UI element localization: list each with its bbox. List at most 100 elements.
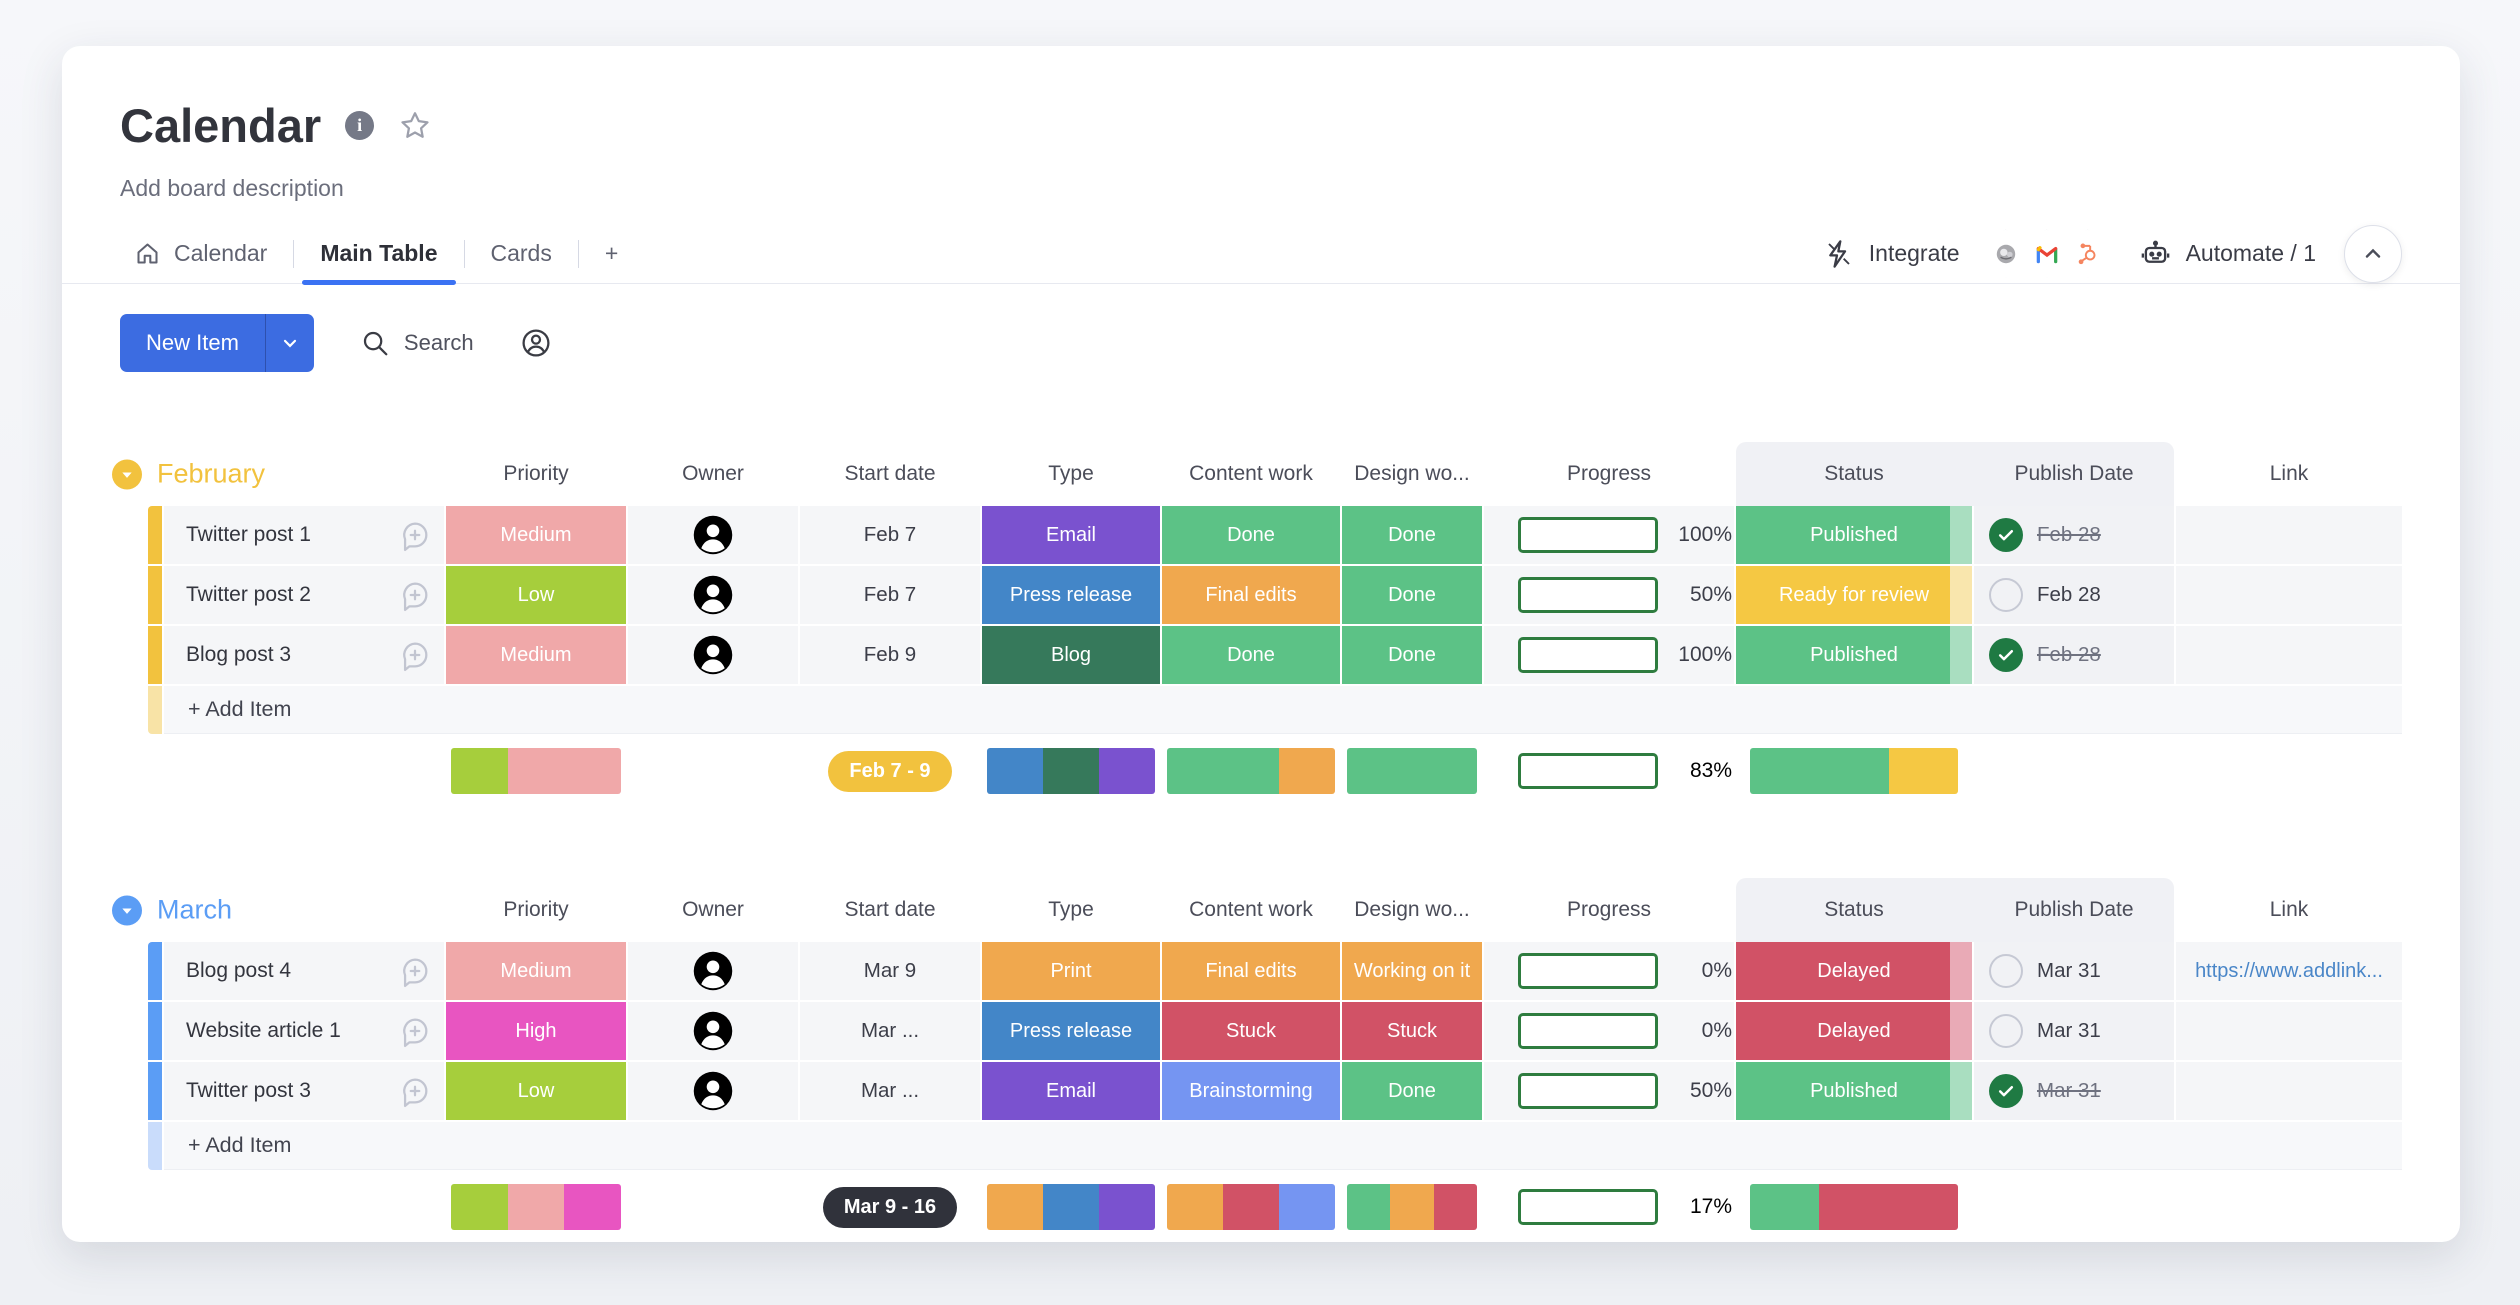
type-cell[interactable]: Print [982, 942, 1160, 1000]
status-cell[interactable]: Ready for review [1736, 566, 1972, 624]
column-header-start-date[interactable]: Start date [800, 898, 980, 922]
column-header-link[interactable]: Link [2176, 462, 2402, 486]
item-name-cell[interactable]: Website article 1 [164, 1002, 444, 1060]
item-name-cell[interactable]: Blog post 4 [164, 942, 444, 1000]
link-cell[interactable] [2176, 566, 2402, 624]
publish-date-cell[interactable]: Feb 28 [1974, 626, 2174, 684]
link-cell[interactable]: https://www.addlink... [2176, 942, 2402, 1000]
content-work-cell[interactable]: Final edits [1162, 942, 1340, 1000]
link-cell[interactable] [2176, 626, 2402, 684]
publish-date-cell[interactable]: Feb 28 [1974, 566, 2174, 624]
item-name-cell[interactable]: Twitter post 3 [164, 1062, 444, 1120]
owner-cell[interactable] [628, 626, 798, 684]
status-cell[interactable]: Published [1736, 1062, 1972, 1120]
priority-cell[interactable]: High [446, 1002, 626, 1060]
new-item-dropdown[interactable] [266, 314, 314, 372]
add-item-button[interactable]: + Add Item [164, 686, 2402, 734]
column-header-content-work[interactable]: Content work [1162, 462, 1340, 486]
gmail-badge-icon[interactable] [2025, 229, 2068, 278]
chevron-down-icon[interactable] [112, 895, 142, 925]
priority-cell[interactable]: Low [446, 1062, 626, 1120]
owner-cell[interactable] [628, 1002, 798, 1060]
automate-button[interactable]: Automate / 1 [2139, 237, 2316, 270]
column-header-priority[interactable]: Priority [446, 462, 626, 486]
type-cell[interactable]: Press release [982, 1002, 1160, 1060]
board-description[interactable]: Add board description [120, 175, 2402, 202]
type-cell[interactable]: Email [982, 1062, 1160, 1120]
tab-cards[interactable]: Cards [465, 224, 578, 283]
owner-cell[interactable] [628, 566, 798, 624]
column-header-design-work[interactable]: Design wo... [1342, 462, 1482, 486]
item-name-cell[interactable]: Blog post 3 [164, 626, 444, 684]
design-work-cell[interactable]: Done [1342, 506, 1482, 564]
status-cell[interactable]: Published [1736, 506, 1972, 564]
link-cell[interactable] [2176, 1002, 2402, 1060]
add-update-bubble-icon[interactable] [398, 578, 432, 612]
progress-cell[interactable]: 100% [1484, 626, 1734, 684]
add-update-bubble-icon[interactable] [398, 1074, 432, 1108]
content-work-cell[interactable]: Stuck [1162, 1002, 1340, 1060]
column-header-status[interactable]: Status [1736, 462, 1972, 486]
integrate-button[interactable]: Integrate [1823, 238, 1960, 270]
priority-cell[interactable]: Medium [446, 506, 626, 564]
item-link[interactable]: https://www.addlink... [2195, 960, 2383, 983]
type-cell[interactable]: Email [982, 506, 1160, 564]
group-title-february[interactable]: February [112, 459, 265, 490]
tab-calendar[interactable]: Calendar [120, 224, 293, 283]
priority-cell[interactable]: Medium [446, 942, 626, 1000]
column-header-design-work[interactable]: Design wo... [1342, 898, 1482, 922]
column-header-progress[interactable]: Progress [1484, 898, 1734, 922]
tab-main-table[interactable]: Main Table [294, 224, 463, 285]
content-work-cell[interactable]: Done [1162, 626, 1340, 684]
progress-cell[interactable]: 0% [1484, 1002, 1734, 1060]
start-date-cell[interactable]: Feb 7 [800, 566, 980, 624]
design-work-cell[interactable]: Done [1342, 626, 1482, 684]
publish-date-cell[interactable]: Mar 31 [1974, 942, 2174, 1000]
item-name-cell[interactable]: Twitter post 2 [164, 566, 444, 624]
design-work-cell[interactable]: Working on it [1342, 942, 1482, 1000]
column-header-content-work[interactable]: Content work [1162, 898, 1340, 922]
add-update-bubble-icon[interactable] [398, 638, 432, 672]
column-header-start-date[interactable]: Start date [800, 462, 980, 486]
publish-date-cell[interactable]: Mar 31 [1974, 1002, 2174, 1060]
publish-date-cell[interactable]: Feb 28 [1974, 506, 2174, 564]
item-name-cell[interactable]: Twitter post 1 [164, 506, 444, 564]
column-header-progress[interactable]: Progress [1484, 462, 1734, 486]
column-header-priority[interactable]: Priority [446, 898, 626, 922]
column-header-owner[interactable]: Owner [628, 898, 798, 922]
start-date-cell[interactable]: Mar ... [800, 1002, 980, 1060]
start-date-cell[interactable]: Feb 7 [800, 506, 980, 564]
column-header-publish-date[interactable]: Publish Date [1974, 898, 2174, 922]
add-item-button[interactable]: + Add Item [164, 1122, 2402, 1170]
design-work-cell[interactable]: Done [1342, 566, 1482, 624]
design-work-cell[interactable]: Done [1342, 1062, 1482, 1120]
start-date-cell[interactable]: Mar 9 [800, 942, 980, 1000]
content-work-cell[interactable]: Done [1162, 506, 1340, 564]
progress-cell[interactable]: 0% [1484, 942, 1734, 1000]
link-cell[interactable] [2176, 1062, 2402, 1120]
progress-cell[interactable]: 50% [1484, 1062, 1734, 1120]
add-update-bubble-icon[interactable] [398, 1014, 432, 1048]
start-date-cell[interactable]: Feb 9 [800, 626, 980, 684]
collapse-header-button[interactable] [2344, 224, 2402, 283]
new-item-button[interactable]: New Item [120, 314, 314, 372]
column-header-owner[interactable]: Owner [628, 462, 798, 486]
design-work-cell[interactable]: Stuck [1342, 1002, 1482, 1060]
hubspot-badge-icon[interactable] [2066, 229, 2109, 278]
progress-cell[interactable]: 50% [1484, 566, 1734, 624]
mailchimp-badge-icon[interactable] [1984, 229, 2027, 278]
group-title-march[interactable]: March [112, 895, 232, 926]
status-cell[interactable]: Delayed [1736, 1002, 1972, 1060]
owner-cell[interactable] [628, 506, 798, 564]
owner-cell[interactable] [628, 1062, 798, 1120]
priority-cell[interactable]: Low [446, 566, 626, 624]
start-date-cell[interactable]: Mar ... [800, 1062, 980, 1120]
add-update-bubble-icon[interactable] [398, 518, 432, 552]
content-work-cell[interactable]: Brainstorming [1162, 1062, 1340, 1120]
progress-cell[interactable]: 100% [1484, 506, 1734, 564]
column-header-publish-date[interactable]: Publish Date [1974, 462, 2174, 486]
favorite-star-icon[interactable] [398, 109, 432, 143]
column-header-type[interactable]: Type [982, 898, 1160, 922]
status-cell[interactable]: Delayed [1736, 942, 1972, 1000]
person-filter-icon[interactable] [520, 327, 552, 359]
